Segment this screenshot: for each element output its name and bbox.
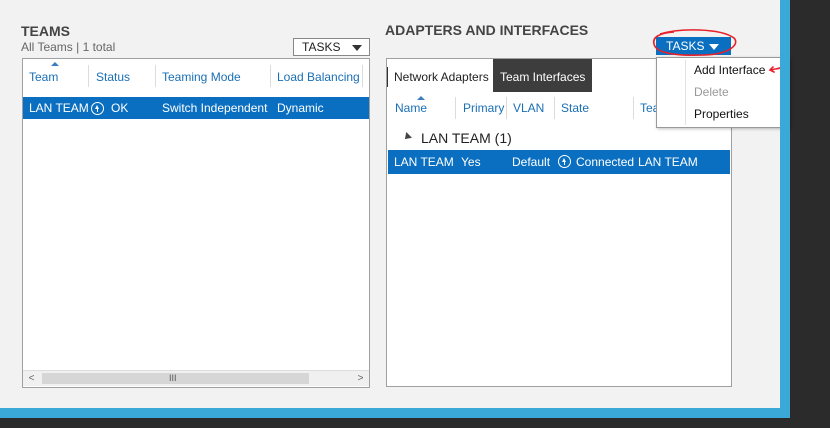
adapters-title: ADAPTERS AND INTERFACES xyxy=(385,22,589,38)
status-cell: OK xyxy=(111,101,129,115)
teams-subtitle: All Teams | 1 total xyxy=(21,40,116,54)
column-header-name[interactable]: Name xyxy=(395,101,427,115)
table-row[interactable]: LAN TEAM Yes Default Connected LAN TEAM xyxy=(388,150,730,174)
vlan-cell: Default xyxy=(512,155,551,169)
column-header-teaming-mode[interactable]: Teaming Mode xyxy=(162,70,241,84)
column-divider[interactable] xyxy=(155,65,156,87)
column-header-load-balancing[interactable]: Load Balancing xyxy=(277,70,360,84)
teaming-mode-cell: Switch Independent xyxy=(162,101,268,115)
column-header-state[interactable]: State xyxy=(561,101,589,115)
column-divider[interactable] xyxy=(362,65,363,87)
column-header-status[interactable]: Status xyxy=(96,70,130,84)
teams-title: TEAMS xyxy=(21,23,70,39)
scroll-right-button[interactable]: > xyxy=(352,371,369,386)
tasks-dropdown-menu: Add Interface Delete Properties xyxy=(656,57,790,128)
column-header-primary[interactable]: Primary xyxy=(463,101,504,115)
primary-cell: Yes xyxy=(461,155,481,169)
menu-item-delete[interactable]: Delete xyxy=(694,85,729,99)
load-balancing-cell: Dynamic xyxy=(277,101,324,115)
adapters-tasks-label: TASKS xyxy=(666,39,705,53)
column-divider[interactable] xyxy=(633,97,634,119)
column-divider[interactable] xyxy=(506,97,507,119)
sort-ascending-icon xyxy=(417,96,425,100)
menu-item-properties[interactable]: Properties xyxy=(694,107,749,121)
server-manager-content: TEAMS All Teams | 1 total TASKS Team Sta… xyxy=(0,0,790,408)
horizontal-scrollbar[interactable]: < III > xyxy=(23,370,369,386)
teams-tasks-label: TASKS xyxy=(302,40,341,54)
state-cell: Connected xyxy=(576,155,635,169)
column-divider[interactable] xyxy=(455,97,456,119)
interface-name-cell: LAN TEAM xyxy=(394,155,454,169)
window-border-bottom xyxy=(0,408,790,418)
group-header[interactable]: LAN TEAM (1) xyxy=(421,130,512,146)
team-cell: LAN TEAM xyxy=(638,155,698,169)
tab-network-adapters[interactable]: Network Adapters xyxy=(387,67,495,87)
menu-item-add-interface[interactable]: Add Interface xyxy=(694,63,765,77)
column-divider[interactable] xyxy=(270,65,271,87)
sort-ascending-icon xyxy=(51,62,59,66)
teams-tasks-button[interactable]: TASKS xyxy=(293,38,370,56)
team-name-cell: LAN TEAM xyxy=(29,101,89,115)
chevron-down-icon xyxy=(352,45,362,51)
tab-team-interfaces[interactable]: Team Interfaces xyxy=(493,59,593,92)
column-header-vlan[interactable]: VLAN xyxy=(513,101,544,115)
table-row[interactable]: LAN TEAM OK Switch Independent Dynamic xyxy=(23,97,369,119)
column-header-team[interactable]: Team xyxy=(29,70,58,84)
adapters-tasks-button[interactable]: TASKS xyxy=(656,37,731,55)
scrollbar-grip-icon: III xyxy=(169,373,177,383)
column-divider[interactable] xyxy=(88,65,89,87)
menu-gutter xyxy=(685,60,686,125)
collapse-group-icon[interactable] xyxy=(402,132,412,142)
scroll-left-button[interactable]: < xyxy=(23,371,40,386)
teams-list-panel: Team Status Teaming Mode Load Balancing … xyxy=(22,58,370,388)
chevron-down-icon xyxy=(709,44,719,50)
status-ok-icon xyxy=(91,102,104,115)
window-border-right xyxy=(780,0,790,418)
column-divider[interactable] xyxy=(554,97,555,119)
connected-icon xyxy=(558,155,571,168)
